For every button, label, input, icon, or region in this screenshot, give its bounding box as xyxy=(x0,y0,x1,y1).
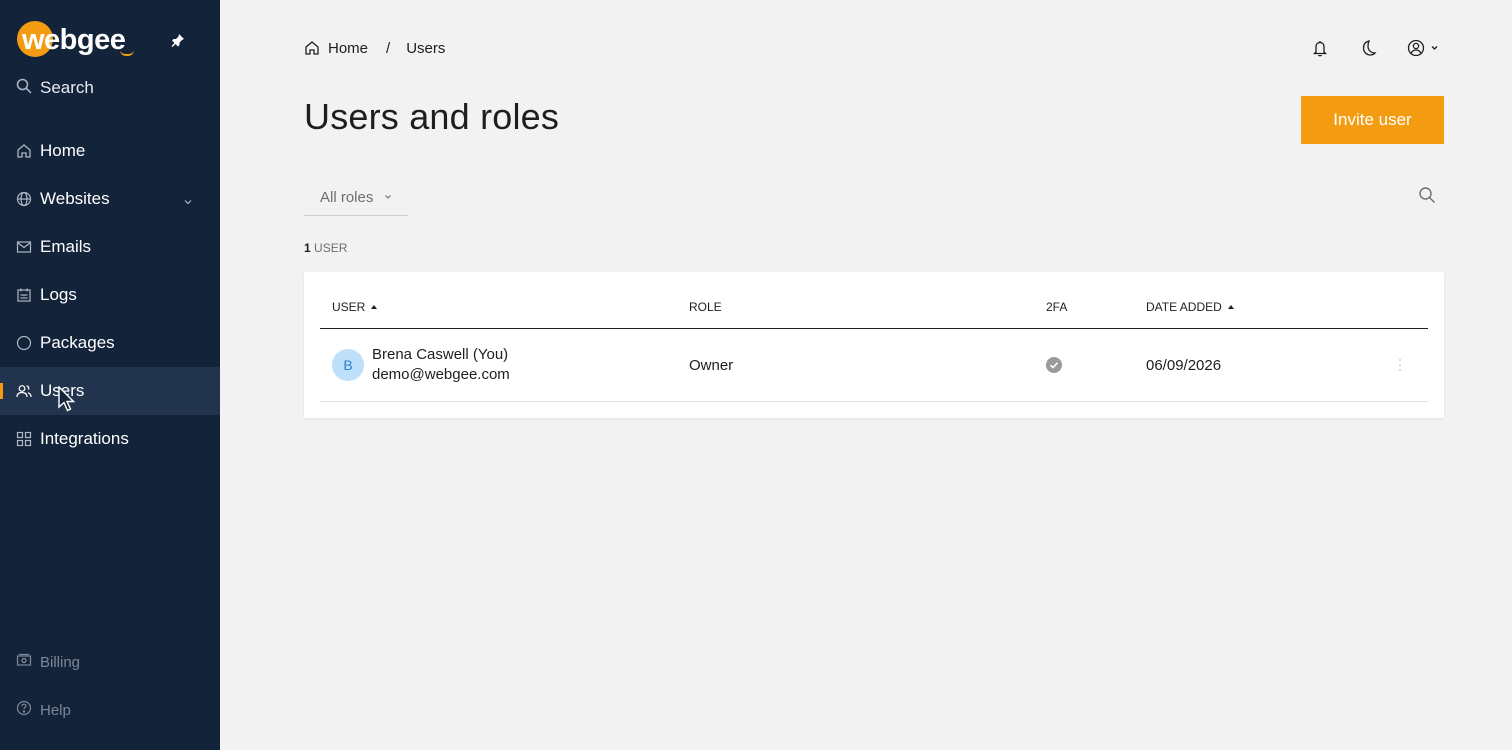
column-header-date-added[interactable]: DATE ADDED xyxy=(1146,300,1234,314)
search-label: Search xyxy=(40,78,94,97)
sidebar: webgee Search Home Websites Emails Logs … xyxy=(0,0,220,750)
user-role: Owner xyxy=(689,357,734,374)
invite-user-button[interactable]: Invite user xyxy=(1301,96,1444,144)
column-header-label: USER xyxy=(332,300,366,314)
bell-icon[interactable] xyxy=(1312,36,1328,60)
sidebar-search[interactable]: Search xyxy=(16,76,94,100)
sidebar-item-label: Home xyxy=(40,141,86,160)
logo-text: webgee xyxy=(22,24,126,56)
integrations-icon xyxy=(16,431,32,447)
2fa-enabled-check-icon xyxy=(1046,357,1062,373)
row-actions-kebab-icon[interactable] xyxy=(1396,357,1404,373)
chevron-down-icon[interactable] xyxy=(182,193,194,205)
date-added: 06/09/2026 xyxy=(1146,357,1222,374)
column-header-role: ROLE xyxy=(689,300,722,314)
table-row[interactable]: B Brena Caswell (You) demo@webgee.com Ow… xyxy=(320,329,1428,402)
users-icon xyxy=(16,383,32,399)
role-filter-value: All roles xyxy=(320,189,374,206)
logo-smile xyxy=(120,50,134,56)
mail-icon xyxy=(16,239,32,255)
chevron-down-icon xyxy=(383,189,393,206)
mouse-cursor-icon xyxy=(57,385,77,414)
user-count: 1 USER xyxy=(304,241,347,255)
account-menu-icon[interactable] xyxy=(1407,36,1441,60)
role-filter-dropdown[interactable]: All roles xyxy=(304,180,408,216)
logs-icon xyxy=(16,287,32,303)
sidebar-item-integrations[interactable]: Integrations xyxy=(0,415,220,463)
sidebar-item-packages[interactable]: Packages xyxy=(0,319,220,367)
sidebar-item-users[interactable]: Users xyxy=(0,367,220,415)
user-name: Brena Caswell (You) xyxy=(372,346,509,363)
page-title: Users and roles xyxy=(304,96,560,137)
user-email: demo@webgee.com xyxy=(372,366,510,383)
webgee-logo[interactable]: webgee xyxy=(16,20,134,60)
billing-icon xyxy=(16,652,32,672)
sidebar-item-emails[interactable]: Emails xyxy=(0,223,220,271)
breadcrumb: Home / Users xyxy=(304,36,445,60)
avatar: B xyxy=(332,349,364,381)
user-count-number: 1 xyxy=(304,241,311,255)
users-table: USER ROLE 2FA DATE ADDED B Brena Caswell… xyxy=(304,272,1444,418)
sidebar-item-label: Logs xyxy=(40,285,77,304)
help-icon xyxy=(16,700,32,720)
sidebar-item-logs[interactable]: Logs xyxy=(0,271,220,319)
sort-ascending-icon xyxy=(371,305,378,309)
breadcrumb-current: Users xyxy=(406,39,446,57)
sidebar-item-label: Websites xyxy=(40,189,110,208)
sidebar-item-label: Packages xyxy=(40,333,115,352)
sidebar-item-label: Help xyxy=(40,701,71,719)
sidebar-item-help[interactable]: Help xyxy=(0,694,220,726)
pin-icon[interactable] xyxy=(170,32,186,48)
table-header: USER ROLE 2FA DATE ADDED xyxy=(320,272,1428,329)
breadcrumb-home-link[interactable]: Home xyxy=(328,40,368,57)
home-icon[interactable] xyxy=(304,40,320,56)
search-icon[interactable] xyxy=(1418,186,1436,204)
package-icon xyxy=(16,335,32,351)
dark-mode-moon-icon[interactable] xyxy=(1359,36,1377,60)
sidebar-item-label: Billing xyxy=(40,653,81,671)
sidebar-item-websites[interactable]: Websites xyxy=(0,175,220,223)
column-header-user[interactable]: USER xyxy=(332,300,378,314)
globe-icon xyxy=(16,191,32,207)
sidebar-item-home[interactable]: Home xyxy=(0,127,220,175)
home-icon xyxy=(16,143,32,159)
user-count-label: USER xyxy=(314,241,348,255)
column-header-label: DATE ADDED xyxy=(1146,300,1222,314)
sidebar-item-billing[interactable]: Billing xyxy=(0,646,220,678)
search-icon xyxy=(16,78,32,99)
column-header-label: 2FA xyxy=(1046,300,1068,314)
column-header-label: ROLE xyxy=(689,300,722,314)
sidebar-item-label: Emails xyxy=(40,237,92,256)
sort-ascending-icon xyxy=(1227,305,1234,309)
sidebar-item-label: Integrations xyxy=(40,429,129,448)
breadcrumb-separator: / xyxy=(386,39,391,57)
column-header-2fa: 2FA xyxy=(1046,300,1067,314)
